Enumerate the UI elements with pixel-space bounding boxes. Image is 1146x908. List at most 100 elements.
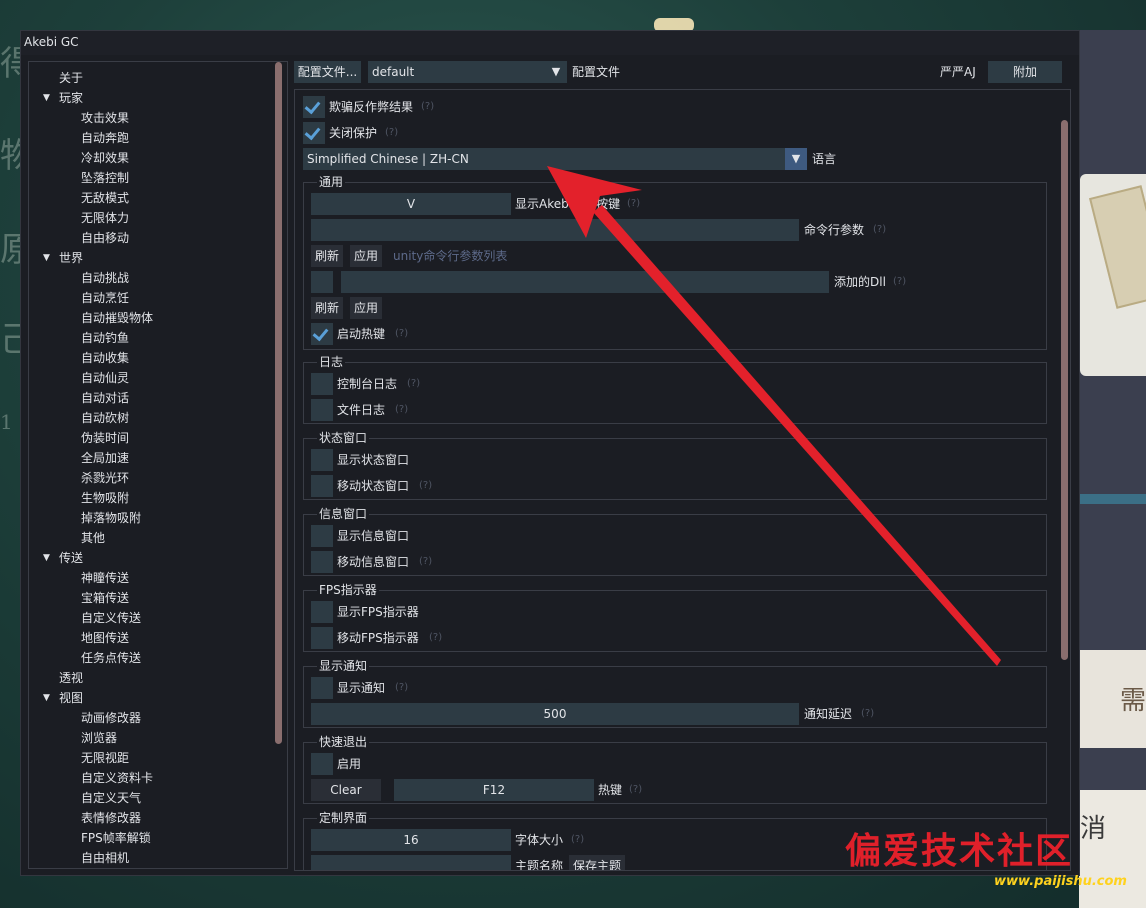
attach-button[interactable]: 附加 — [988, 61, 1062, 83]
quick-quit-checkbox[interactable] — [311, 753, 333, 775]
sidebar-item[interactable]: ▼ 玩家 — [29, 88, 249, 108]
chevron-down-icon[interactable]: ▼ — [43, 88, 50, 108]
chevron-down-icon[interactable]: ▼ — [43, 248, 50, 268]
clear-button[interactable]: Clear — [311, 779, 381, 801]
dll-input[interactable] — [341, 271, 829, 293]
help-icon[interactable]: (?) — [385, 122, 398, 144]
sidebar-item[interactable]: 自动仙灵 — [29, 368, 249, 388]
help-icon[interactable]: (?) — [627, 193, 640, 215]
sidebar-item-label: 自动奔跑 — [81, 131, 130, 145]
sidebar-item-label: 全局加速 — [81, 451, 130, 465]
apply-button[interactable]: 应用 — [350, 297, 383, 319]
sidebar-item[interactable]: 自动摧毁物体 — [29, 308, 249, 328]
sidebar-item[interactable]: ▼ 世界 — [29, 248, 249, 268]
show-notify-checkbox[interactable] — [311, 677, 333, 699]
sidebar-item[interactable]: 生物吸附 — [29, 488, 249, 508]
sidebar-item[interactable]: 冷却效果 — [29, 148, 249, 168]
help-icon[interactable]: (?) — [421, 96, 434, 118]
sidebar-item[interactable]: 无限体力 — [29, 208, 249, 228]
sidebar-item[interactable]: 动画修改器 — [29, 708, 249, 728]
chevron-down-icon[interactable]: ▼ — [43, 548, 50, 568]
refresh-button[interactable]: 刷新 — [311, 297, 344, 319]
sidebar-item[interactable]: 杀戮光环 — [29, 468, 249, 488]
sidebar-item[interactable]: 地图传送 — [29, 628, 249, 648]
save-theme-button[interactable]: 保存主题 — [569, 855, 626, 870]
sidebar-item[interactable]: ▼ 传送 — [29, 548, 249, 568]
sidebar-item[interactable]: 自动钓鱼 — [29, 328, 249, 348]
background-strip — [1079, 494, 1146, 504]
sidebar-item[interactable]: FPS帧率解锁 — [29, 828, 249, 848]
help-icon[interactable]: (?) — [571, 829, 584, 851]
sidebar-item[interactable]: 坠落控制 — [29, 168, 249, 188]
chevron-down-icon[interactable]: ▼ — [43, 688, 50, 708]
unity-args-link[interactable]: unity命令行参数列表 — [393, 245, 507, 267]
move-status-checkbox[interactable] — [311, 475, 333, 497]
sidebar-item[interactable]: 浏览器 — [29, 728, 249, 748]
show-status-checkbox[interactable] — [311, 449, 333, 471]
sidebar-item[interactable]: 自动奔跑 — [29, 128, 249, 148]
profile-select[interactable]: default ▼ — [368, 61, 567, 83]
theme-name-input[interactable] — [311, 855, 511, 870]
sidebar-item[interactable]: 掉落物吸附 — [29, 508, 249, 528]
profile-button[interactable]: 配置文件... — [294, 61, 361, 83]
window-titlebar[interactable]: Akebi GC — [21, 31, 1079, 55]
help-icon[interactable]: (?) — [861, 703, 874, 725]
move-info-checkbox[interactable] — [311, 551, 333, 573]
refresh-button[interactable]: 刷新 — [311, 245, 344, 267]
settings-scrollbar[interactable] — [1061, 120, 1068, 660]
chevron-down-icon[interactable]: ▼ — [785, 148, 807, 170]
font-size-input[interactable]: 16 — [311, 829, 511, 851]
sidebar-item[interactable]: 无限视距 — [29, 748, 249, 768]
show-fps-checkbox[interactable] — [311, 601, 333, 623]
language-select[interactable]: Simplified Chinese | ZH-CN ▼ — [303, 148, 807, 170]
sidebar-item[interactable]: 自定义天气 — [29, 788, 249, 808]
help-icon[interactable]: (?) — [395, 399, 408, 421]
sidebar-item[interactable]: 关于 — [29, 68, 249, 88]
chevron-down-icon[interactable]: ▼ — [545, 61, 567, 83]
apply-button[interactable]: 应用 — [350, 245, 383, 267]
help-icon[interactable]: (?) — [893, 271, 906, 293]
quit-hotkey-field[interactable]: F12 — [394, 779, 594, 801]
sidebar-item[interactable]: 自动挑战 — [29, 268, 249, 288]
help-icon[interactable]: (?) — [419, 475, 432, 497]
sidebar-item[interactable]: 全局加速 — [29, 448, 249, 468]
cheat-result-checkbox[interactable] — [303, 96, 325, 118]
sidebar-item[interactable]: 自动收集 — [29, 348, 249, 368]
menu-key-field[interactable]: V — [311, 193, 511, 215]
move-fps-checkbox[interactable] — [311, 627, 333, 649]
help-icon[interactable]: (?) — [629, 779, 642, 801]
sidebar-item[interactable]: 神瞳传送 — [29, 568, 249, 588]
sidebar-item[interactable]: 自动烹饪 — [29, 288, 249, 308]
close-protect-checkbox[interactable] — [303, 122, 325, 144]
sidebar-item[interactable]: 自动对话 — [29, 388, 249, 408]
console-log-checkbox[interactable] — [311, 373, 333, 395]
notify-delay-input[interactable]: 500 — [311, 703, 799, 725]
sidebar-item[interactable]: 自由相机 — [29, 848, 249, 868]
help-icon[interactable]: (?) — [429, 627, 442, 649]
hotkey-checkbox[interactable] — [311, 323, 333, 345]
help-icon[interactable]: (?) — [419, 551, 432, 573]
help-icon[interactable]: (?) — [395, 677, 408, 699]
file-log-checkbox[interactable] — [311, 399, 333, 421]
sidebar-scrollbar[interactable] — [275, 62, 282, 744]
dll-checkbox[interactable] — [311, 271, 333, 293]
sidebar-item[interactable]: 自定义传送 — [29, 608, 249, 628]
sidebar-item[interactable]: 攻击效果 — [29, 108, 249, 128]
sidebar-item[interactable]: 表情修改器 — [29, 808, 249, 828]
sidebar-item[interactable]: 自动砍树 — [29, 408, 249, 428]
help-icon[interactable]: (?) — [873, 219, 886, 241]
sidebar-item[interactable]: 宝箱传送 — [29, 588, 249, 608]
sidebar-item[interactable]: 自由移动 — [29, 228, 249, 248]
sidebar-item[interactable]: ▼ 视图 — [29, 688, 249, 708]
help-icon[interactable]: (?) — [407, 373, 420, 395]
sidebar-item[interactable]: 透视 — [29, 668, 249, 688]
sidebar-item[interactable]: 伪装时间 — [29, 428, 249, 448]
sidebar-item[interactable]: 其他 — [29, 528, 249, 548]
help-icon[interactable]: (?) — [395, 323, 408, 345]
cmd-args-input[interactable] — [311, 219, 799, 241]
sidebar-item[interactable]: 无敌模式 — [29, 188, 249, 208]
show-info-checkbox[interactable] — [311, 525, 333, 547]
sidebar-item[interactable]: 任务点传送 — [29, 648, 249, 668]
sidebar-item[interactable]: 自定义资料卡 — [29, 768, 249, 788]
sidebar-item-label: 自动摧毁物体 — [81, 311, 154, 325]
